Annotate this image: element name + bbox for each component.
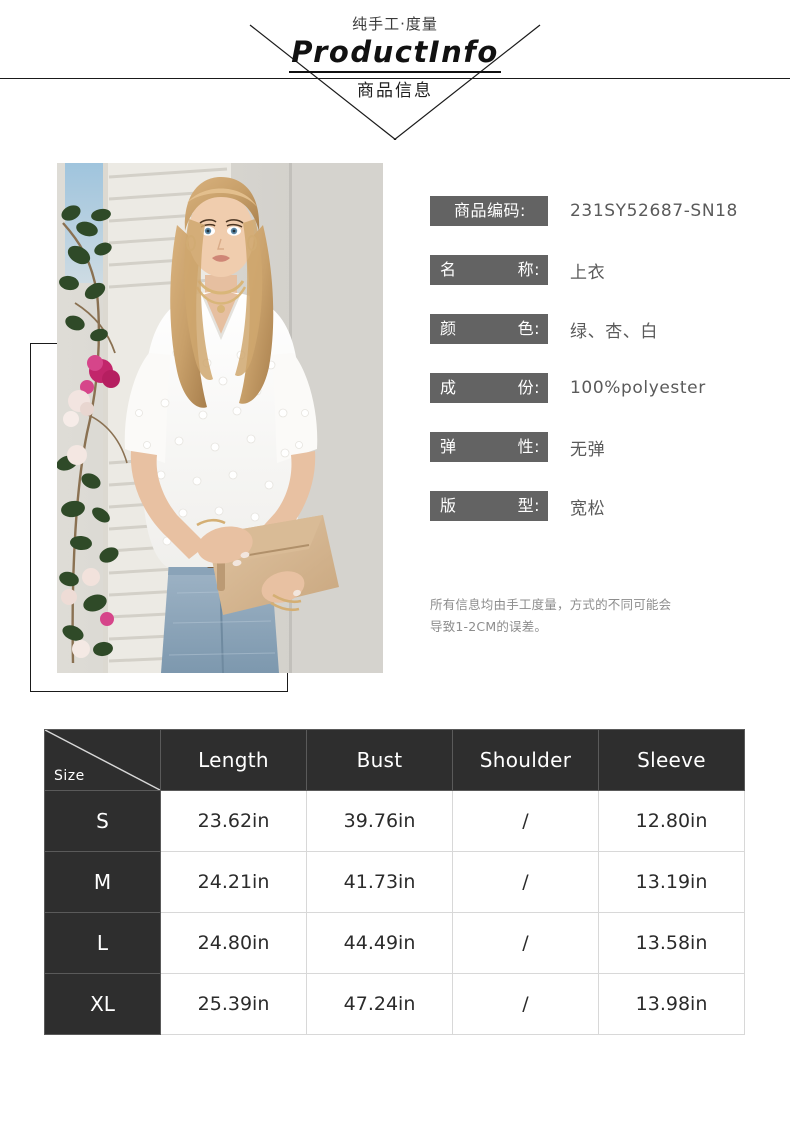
column-header-shoulder: Shoulder — [452, 729, 599, 791]
table-row: XL 25.39in 47.24in / 13.98in — [44, 973, 745, 1035]
spec-label-name-left: 名 — [440, 260, 457, 279]
row-header-m: M — [44, 851, 161, 913]
spec-label-fit-left: 版 — [440, 496, 457, 515]
disclaimer-line-2: 导致1-2CM的误差。 — [430, 619, 548, 634]
spec-row-elasticity: 弹 性: 无弹 — [430, 432, 780, 462]
spec-value-elasticity: 无弹 — [570, 439, 606, 460]
spec-value-color: 绿、杏、白 — [570, 321, 658, 342]
spec-label-material-right: 份: — [517, 378, 540, 397]
page-header: 纯手工·度量 ProductInfo 商品信息 — [0, 0, 790, 140]
row-header-s: S — [44, 790, 161, 852]
spec-label-material-left: 成 — [440, 378, 457, 397]
column-header-bust: Bust — [306, 729, 453, 791]
cell-l-sleeve: 13.58in — [598, 912, 745, 974]
cell-l-length: 24.80in — [160, 912, 307, 974]
cell-xl-shoulder: / — [452, 973, 599, 1035]
spec-label-color-left: 颜 — [440, 319, 457, 338]
cell-s-sleeve: 12.80in — [598, 790, 745, 852]
spec-label-fit-right: 型: — [517, 496, 540, 515]
spec-row-name: 名 称: 上衣 — [430, 255, 780, 285]
spec-value-fit: 宽松 — [570, 498, 606, 519]
cell-xl-length: 25.39in — [160, 973, 307, 1035]
disclaimer-line-1: 所有信息均由手工度量，方式的不同可能会 — [430, 597, 672, 612]
column-header-sleeve: Sleeve — [598, 729, 745, 791]
spec-label-color-right: 色: — [517, 319, 540, 338]
cell-xl-sleeve: 13.98in — [598, 973, 745, 1035]
row-header-xl: XL — [44, 973, 161, 1035]
spec-label-name-right: 称: — [517, 260, 540, 279]
page-title: ProductInfo — [289, 35, 501, 73]
header-subtitle-bottom: 商品信息 — [357, 81, 433, 101]
cell-xl-bust: 47.24in — [306, 973, 453, 1035]
size-corner-label: Size — [54, 768, 85, 784]
row-header-l: L — [44, 912, 161, 974]
table-row: L 24.80in 44.49in / 13.58in — [44, 912, 745, 974]
size-chart-table: Size Length Bust Shoulder Sleeve S 23.62… — [44, 729, 745, 1035]
spec-value-material: 100%polyester — [570, 378, 706, 398]
table-header-row: Size Length Bust Shoulder Sleeve — [44, 729, 745, 791]
spec-row-material: 成 份: 100%polyester — [430, 373, 780, 403]
spec-label-elasticity-right: 性: — [517, 437, 540, 456]
spec-row-color: 颜 色: 绿、杏、白 — [430, 314, 780, 344]
header-subtitle-top: 纯手工·度量 — [352, 15, 438, 33]
spec-label-elasticity-left: 弹 — [440, 437, 457, 456]
spec-value-product-code: 231SY52687-SN18 — [570, 201, 738, 221]
cell-m-sleeve: 13.19in — [598, 851, 745, 913]
cell-s-length: 23.62in — [160, 790, 307, 852]
spec-value-name: 上衣 — [570, 262, 606, 283]
table-row: S 23.62in 39.76in / 12.80in — [44, 790, 745, 852]
spec-label-fit: 版 型: — [430, 491, 548, 521]
cell-s-shoulder: / — [452, 790, 599, 852]
spec-label-name: 名 称: — [430, 255, 548, 285]
spec-label-color: 颜 色: — [430, 314, 548, 344]
product-spec-list: 商品编码: 231SY52687-SN18 名 称: 上衣 颜 色: 绿、杏、白… — [430, 196, 780, 550]
column-header-length: Length — [160, 729, 307, 791]
spec-label-product-code: 商品编码: — [430, 196, 548, 226]
spec-row-fit: 版 型: 宽松 — [430, 491, 780, 521]
cell-l-shoulder: / — [452, 912, 599, 974]
header-text-block: 纯手工·度量 ProductInfo 商品信息 — [0, 14, 790, 104]
spec-label-elasticity: 弹 性: — [430, 432, 548, 462]
cell-m-shoulder: / — [452, 851, 599, 913]
product-photo — [57, 163, 383, 673]
cell-s-bust: 39.76in — [306, 790, 453, 852]
table-row: M 24.21in 41.73in / 13.19in — [44, 851, 745, 913]
measurement-disclaimer: 所有信息均由手工度量，方式的不同可能会 导致1-2CM的误差。 — [430, 594, 750, 638]
cell-m-bust: 41.73in — [306, 851, 453, 913]
size-corner-cell: Size — [44, 729, 161, 791]
spec-row-product-code: 商品编码: 231SY52687-SN18 — [430, 196, 780, 226]
cell-m-length: 24.21in — [160, 851, 307, 913]
spec-label-material: 成 份: — [430, 373, 548, 403]
cell-l-bust: 44.49in — [306, 912, 453, 974]
